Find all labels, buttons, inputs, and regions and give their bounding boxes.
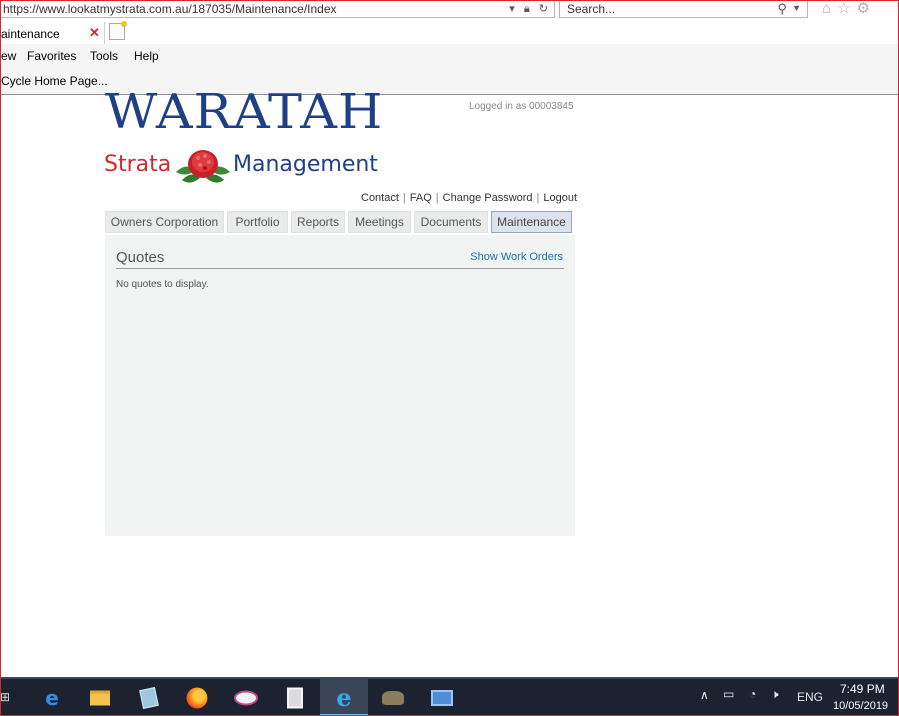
address-field[interactable]: https://www.lookatmystrata.com.au/187035… — [0, 0, 555, 18]
tab-reports[interactable]: Reports — [291, 211, 345, 233]
address-bar-row: https://www.lookatmystrata.com.au/187035… — [0, 0, 899, 20]
search-field[interactable]: Search... ⚲ ▼ — [559, 0, 808, 18]
menu-favorites[interactable]: Favorites — [27, 49, 76, 63]
link-separator: | — [402, 192, 406, 204]
battery-icon[interactable]: ▭ — [723, 687, 734, 701]
tab-maintenance[interactable]: Maintenance — [491, 211, 572, 233]
tab-owners-corporation[interactable]: Owners Corporation — [105, 211, 224, 233]
favorites-link[interactable]: Cycle Home Page... — [1, 74, 108, 88]
wifi-icon[interactable]: ◔ — [749, 687, 756, 701]
language-indicator[interactable]: ENG — [797, 690, 823, 704]
link-separator: | — [435, 192, 439, 204]
gear-icon[interactable]: ⚙ — [857, 0, 876, 17]
notepad-icon[interactable] — [125, 679, 173, 716]
address-text[interactable]: https://www.lookatmystrata.com.au/187035… — [3, 2, 337, 16]
refresh-icon[interactable]: ↻ — [539, 3, 548, 15]
speaker-muted-icon[interactable]: 🕨︎ — [771, 687, 779, 702]
dropdown-icon[interactable]: ▾ — [509, 3, 515, 15]
network-app-icon[interactable] — [418, 679, 466, 716]
lock-icon[interactable]: 🔒︎ — [524, 3, 530, 15]
change-password-link[interactable]: Change Password — [443, 192, 533, 204]
menu-tools[interactable]: Tools — [90, 49, 118, 63]
menu-help[interactable]: Help — [134, 49, 159, 63]
tab-meetings[interactable]: Meetings — [348, 211, 411, 233]
gimp-icon[interactable] — [369, 679, 417, 716]
search-icon[interactable]: ⚲ — [777, 1, 787, 17]
logo-title: WARATAH — [105, 84, 384, 140]
empty-message: No quotes to display. — [116, 279, 209, 290]
new-tab-button[interactable] — [109, 21, 127, 40]
faq-link[interactable]: FAQ — [410, 192, 432, 204]
star-icon[interactable]: ☆ — [837, 0, 856, 17]
firefox-icon[interactable] — [173, 679, 221, 716]
taskbar: ⊞ e e ∧ ▭ ◔ 🕨︎ ENG 7:49 PM 10/05/2019 — [0, 677, 899, 716]
chevron-up-icon[interactable]: ∧ — [700, 688, 709, 702]
logo-strata-text: Strata — [104, 152, 172, 177]
calculator-icon[interactable] — [271, 679, 319, 716]
search-input[interactable]: Search... — [567, 2, 615, 16]
tab-title: aintenance — [1, 27, 60, 41]
tab-documents[interactable]: Documents — [414, 211, 488, 233]
panel-title: Quotes — [116, 249, 165, 266]
edge-icon[interactable]: e — [28, 679, 76, 716]
close-icon[interactable]: ✕ — [89, 25, 100, 41]
menu-bar: ew Favorites Tools Help — [0, 44, 899, 68]
logged-in-status: Logged in as 00003845 — [469, 101, 574, 112]
paint-icon[interactable] — [222, 679, 270, 716]
menu-view[interactable]: ew — [1, 49, 16, 63]
task-view-icon[interactable]: ⊞ — [0, 690, 10, 704]
link-separator: | — [536, 192, 540, 204]
browser-tab-strip: aintenance ✕ — [0, 20, 899, 44]
quotes-panel: Quotes Show Work Orders No quotes to dis… — [105, 235, 575, 536]
chevron-down-icon[interactable]: ▼ — [792, 3, 801, 13]
tab-portfolio[interactable]: Portfolio — [227, 211, 288, 233]
browser-toolbar: ⌂☆⚙ — [822, 0, 876, 17]
internet-explorer-icon[interactable]: e — [320, 679, 368, 716]
clock-time[interactable]: 7:49 PM — [840, 682, 885, 696]
show-work-orders-link[interactable]: Show Work Orders — [470, 251, 563, 263]
browser-tab-active[interactable]: aintenance ✕ — [0, 22, 105, 44]
logo-management-text: Management — [233, 152, 378, 177]
home-icon[interactable]: ⌂ — [822, 0, 837, 17]
waratah-flower-icon — [176, 150, 230, 183]
logout-link[interactable]: Logout — [543, 192, 577, 204]
clock-date[interactable]: 10/05/2019 — [833, 700, 888, 712]
divider — [116, 268, 564, 269]
contact-link[interactable]: Contact — [361, 192, 399, 204]
file-explorer-icon[interactable] — [76, 679, 124, 716]
account-links: Contact | FAQ | Change Password | Logout — [361, 192, 577, 204]
